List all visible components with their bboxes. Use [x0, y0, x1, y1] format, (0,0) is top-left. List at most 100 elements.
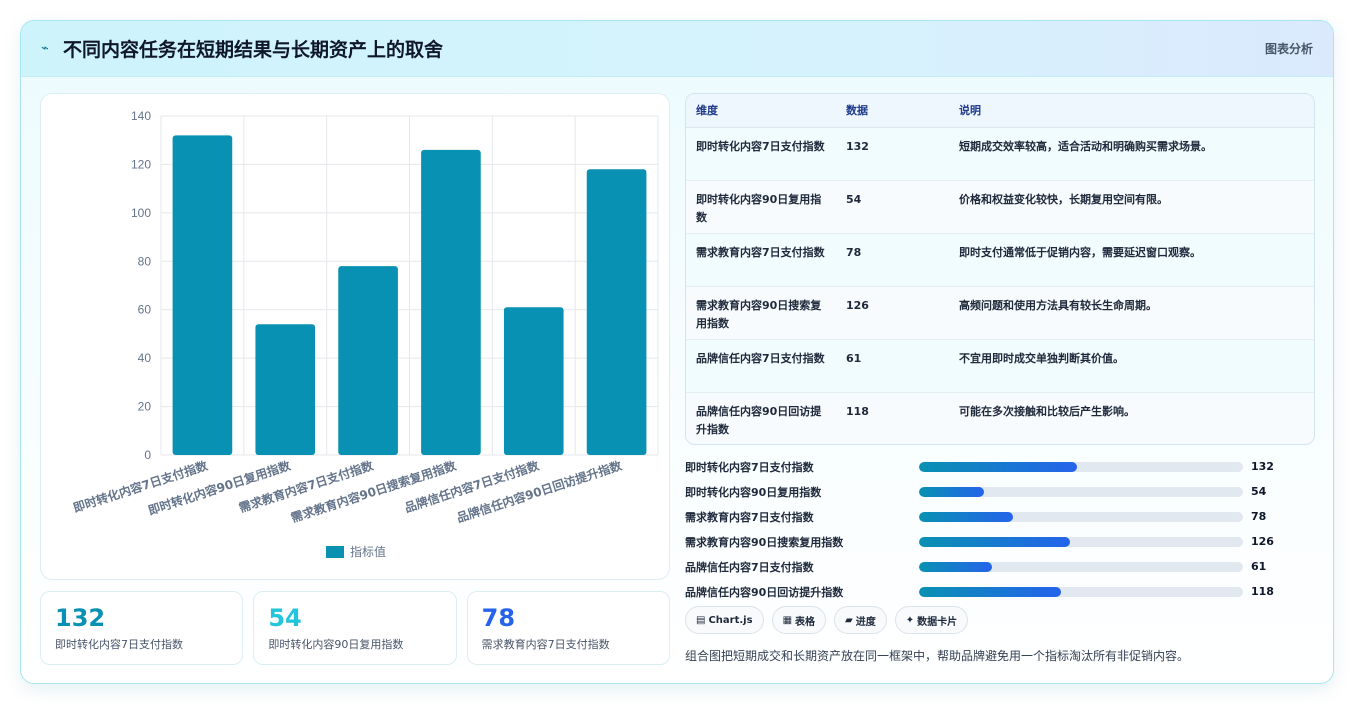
bar [255, 324, 316, 455]
x-tick-label: 即时转化内容90日复用指数 [146, 457, 293, 518]
table-icon: ▦ [782, 614, 793, 626]
chip-label: 数据卡片 [917, 616, 958, 628]
progress-value: 78 [1251, 510, 1267, 523]
progress-label: 即时转化内容90日复用指数 [685, 485, 822, 499]
analysis-card: ⌁ 不同内容任务在短期结果与长期资产上的取舍 图表分析 0 20 40 60 80 100… [20, 20, 1334, 684]
table-header: 数据 [836, 94, 949, 128]
kpi-card: 54 即时转化内容90日复用指数 [253, 591, 457, 665]
summary-note: 组合图把短期成交和长期资产放在同一框架中，帮助品牌避免用一个指标淘汰所有非促销内… [685, 649, 1190, 663]
table-cell-dimension: 需求教育内容90日搜索复用指数 [686, 286, 836, 340]
progress-row: 需求教育内容7日支付指数 78 [685, 504, 1315, 529]
progress-row: 即时转化内容7日支付指数 132 [685, 454, 1315, 479]
kpi-label: 需求教育内容7日支付指数 [481, 638, 610, 651]
page-title: 不同内容任务在短期结果与长期资产上的取舍 [63, 39, 444, 61]
chart-panel: 0 20 40 60 80 100 120 140 即时转化内容7日支付指数 即时转化内容90日复… [40, 93, 670, 580]
progress-value: 118 [1251, 585, 1274, 598]
x-tick-label: 即时转化内容7日支付指数 [71, 457, 210, 515]
bar [172, 135, 233, 455]
chip-label: 表格 [795, 616, 816, 628]
trend-icon: ⌁ [41, 41, 49, 56]
table-cell-value: 132 [836, 127, 949, 181]
progress-value: 61 [1251, 560, 1267, 573]
chip-label: Chart.js [708, 614, 753, 626]
category-tag: 图表分析 [1264, 42, 1313, 56]
kpi-card: 132 即时转化内容7日支付指数 [40, 591, 244, 665]
table-cell-description: 价格和权益变化较快，长期复用空间有限。 [949, 180, 1314, 234]
y-tick-label: 120 [131, 157, 151, 171]
table-header: 说明 [949, 94, 1314, 128]
progress-fill [919, 486, 984, 497]
table-cell-description: 短期成交效率较高，适合活动和明确购买需求场景。 [949, 127, 1314, 181]
y-tick-label: 140 [131, 109, 151, 123]
chip-progress[interactable]: ▰ 进度 [834, 606, 887, 634]
y-tick-label: 40 [138, 351, 152, 365]
y-tick-label: 20 [138, 400, 152, 414]
data-table: 维度 数据 说明 即时转化内容7日支付指数 132 短期成交效率较高，适合活动和… [685, 93, 1315, 445]
progress-fill [919, 511, 1013, 522]
table-cell-description: 即时支付通常低于促销内容，需要延迟窗口观察。 [949, 233, 1314, 287]
progress-track [919, 486, 1243, 497]
progress-track [919, 561, 1243, 572]
table-cell-dimension: 需求教育内容7日支付指数 [686, 233, 836, 287]
table-cell-description: 高频问题和使用方法具有较长生命周期。 [949, 286, 1314, 340]
table-cell-value: 126 [836, 286, 949, 340]
title-group: ⌁ 不同内容任务在短期结果与长期资产上的取舍 [41, 35, 443, 62]
table-cell-dimension: 品牌信任内容90日回访提升指数 [686, 392, 836, 444]
progress-value: 54 [1251, 485, 1267, 498]
progress-row: 即时转化内容90日复用指数 54 [685, 479, 1315, 504]
progress-label: 即时转化内容7日支付指数 [685, 460, 814, 474]
table-row: 品牌信任内容90日回访提升指数 118 可能在多次接触和比较后产生影响。 [686, 392, 1314, 444]
progress-fill [919, 586, 1061, 597]
chip-table[interactable]: ▦ 表格 [771, 606, 827, 634]
table-row: 需求教育内容90日搜索复用指数 126 高频问题和使用方法具有较长生命周期。 [686, 286, 1314, 340]
legend-swatch [326, 546, 344, 558]
chart-icon: ▤ [696, 614, 706, 626]
kpi-card: 78 需求教育内容7日支付指数 [466, 591, 670, 665]
y-tick-label: 100 [131, 206, 151, 220]
y-tick-label: 80 [138, 254, 152, 268]
table-cell-value: 78 [836, 233, 949, 287]
table-cell-value: 61 [836, 339, 949, 393]
progress-value: 132 [1251, 460, 1274, 473]
table-header: 维度 [686, 94, 836, 128]
y-tick-label: 0 [144, 448, 151, 462]
table-row: 即时转化内容90日复用指数 54 价格和权益变化较快，长期复用空间有限。 [686, 180, 1314, 234]
progress-fill [919, 536, 1071, 547]
table-row: 即时转化内容7日支付指数 132 短期成交效率较高，适合活动和明确购买需求场景。 [686, 127, 1314, 181]
table-header-row: 维度 数据 说明 [686, 94, 1314, 128]
progress-row: 品牌信任内容7日支付指数 61 [685, 554, 1315, 579]
table-cell-value: 118 [836, 392, 949, 444]
sparkle-icon: ✦ [905, 614, 915, 626]
kpi-label: 即时转化内容90日复用指数 [268, 638, 404, 651]
kpi-row: 132 即时转化内容7日支付指数 54 即时转化内容90日复用指数 78 需求教… [40, 591, 670, 665]
table-row: 需求教育内容7日支付指数 78 即时支付通常低于促销内容，需要延迟窗口观察。 [686, 233, 1314, 287]
bar [421, 149, 481, 455]
table-cell-description: 不宜用即时成交单独判断其价值。 [949, 339, 1314, 393]
y-tick-label: 60 [138, 303, 152, 317]
table-cell-description: 可能在多次接触和比较后产生影响。 [949, 392, 1314, 444]
progress-track [919, 511, 1243, 522]
chip-row: ▤ Chart.js ▦ 表格 ▰ 进度 ✦ 数据卡片 [685, 606, 969, 634]
progress-fill [919, 561, 993, 572]
table-cell-dimension: 品牌信任内容7日支付指数 [686, 339, 836, 393]
progress-list: 即时转化内容7日支付指数 132 即时转化内容90日复用指数 54 需求教育内容… [685, 454, 1315, 604]
table-cell-value: 54 [836, 180, 949, 234]
progress-label: 品牌信任内容7日支付指数 [685, 560, 814, 574]
bar [503, 307, 564, 455]
chip-chartjs[interactable]: ▤ Chart.js [685, 606, 764, 634]
kpi-value: 54 [268, 604, 302, 632]
kpi-label: 即时转化内容7日支付指数 [55, 638, 183, 651]
table-row: 品牌信任内容7日支付指数 61 不宜用即时成交单独判断其价值。 [686, 339, 1314, 393]
progress-row: 品牌信任内容90日回访提升指数 118 [685, 579, 1315, 604]
progress-icon: ▰ [845, 614, 853, 626]
progress-track [919, 536, 1243, 547]
table-cell-dimension: 即时转化内容90日复用指数 [686, 180, 836, 234]
kpi-value: 132 [55, 604, 106, 632]
progress-label: 需求教育内容7日支付指数 [685, 510, 814, 524]
progress-label: 品牌信任内容90日回访提升指数 [685, 585, 844, 599]
card-header: ⌁ 不同内容任务在短期结果与长期资产上的取舍 图表分析 [21, 21, 1333, 77]
progress-label: 需求教育内容90日搜索复用指数 [685, 535, 844, 549]
bar [586, 169, 647, 455]
chip-data-card[interactable]: ✦ 数据卡片 [894, 606, 969, 634]
progress-row: 需求教育内容90日搜索复用指数 126 [685, 529, 1315, 554]
